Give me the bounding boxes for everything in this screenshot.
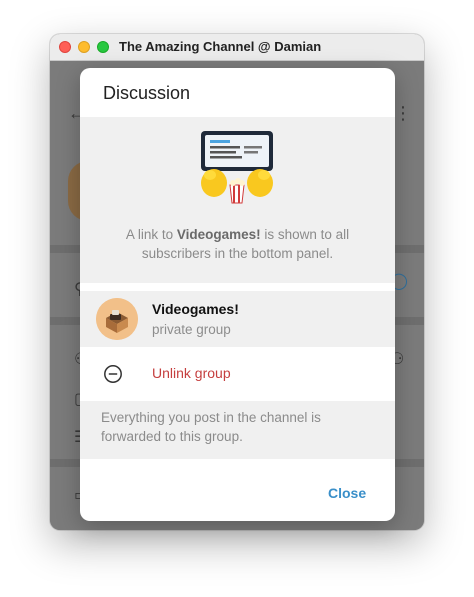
group-avatar	[96, 298, 138, 340]
window-zoom-button[interactable]	[97, 41, 109, 53]
hero-description: A link to Videogames! is shown to all su…	[100, 225, 375, 263]
discussion-dialog: Discussion A link to Videogames! is show…	[80, 68, 395, 521]
window-close-button[interactable]	[59, 41, 71, 53]
group-status: private group	[152, 322, 231, 337]
window-title: The Amazing Channel @ Damian	[119, 39, 322, 54]
unlink-group-button[interactable]: Unlink group	[80, 347, 395, 401]
title-bar: The Amazing Channel @ Damian	[50, 34, 424, 61]
hero-group-name: Videogames!	[176, 227, 261, 242]
unlink-group-label: Unlink group	[152, 365, 231, 381]
dialog-title: Discussion	[103, 83, 191, 103]
section-gap	[80, 283, 395, 291]
duck-holding-tablet-sticker-icon	[201, 131, 273, 204]
footer-description: Everything you post in the channel is fo…	[101, 410, 321, 444]
hero-section: A link to Videogames! is shown to all su…	[80, 117, 395, 283]
footer-info: Everything you post in the channel is fo…	[80, 401, 395, 459]
more-icon: ⋮	[394, 103, 412, 123]
linked-group-row[interactable]: Videogames! private group	[80, 291, 395, 347]
window-minimize-button[interactable]	[78, 41, 90, 53]
group-name: Videogames!	[152, 301, 239, 317]
treasure-chest-avatar-icon	[96, 298, 138, 340]
hero-text-before: A link to	[125, 227, 177, 242]
minus-circle-icon	[104, 365, 122, 383]
close-button[interactable]: Close	[328, 485, 366, 501]
